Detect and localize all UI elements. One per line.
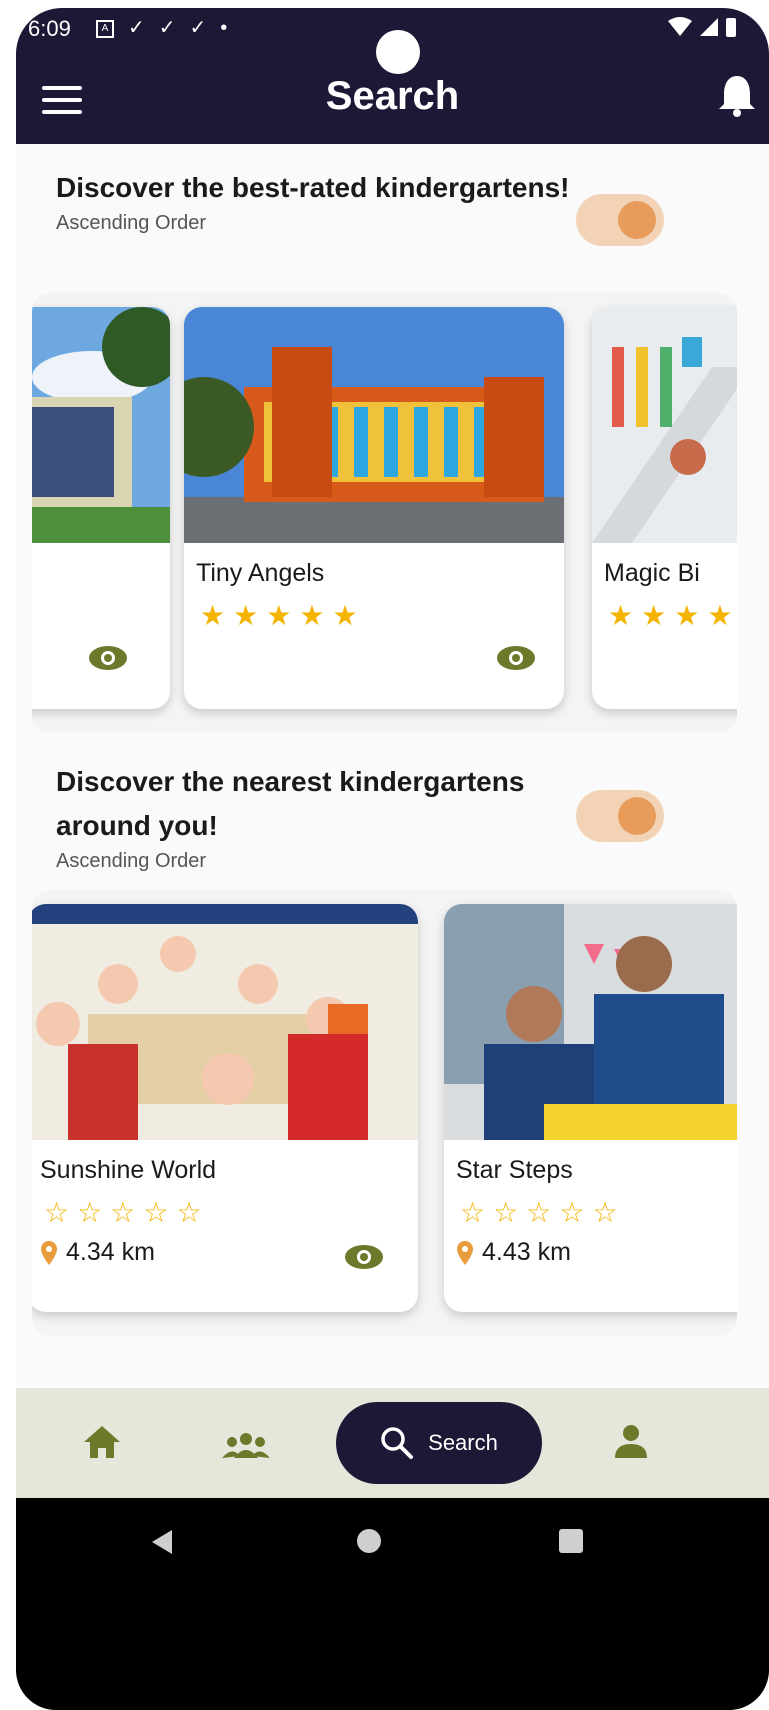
rating-stars: ★ ★ ★ ★ ★ bbox=[200, 599, 358, 632]
check-icon: ✓ bbox=[128, 17, 145, 39]
system-navigation-bar bbox=[16, 1498, 769, 1710]
person-icon[interactable] bbox=[614, 1424, 648, 1460]
kindergarten-photo bbox=[32, 904, 418, 1140]
star-filled-icon: ★ bbox=[707, 600, 733, 631]
nearest-header: Discover the nearest kindergartens aroun… bbox=[56, 760, 576, 873]
star-outline-icon: ☆ bbox=[77, 1197, 103, 1228]
kindergarten-name: Magic Bi bbox=[604, 559, 700, 587]
kindergarten-name: Tiny Angels bbox=[196, 559, 325, 587]
check-icon: ✓ bbox=[158, 17, 176, 39]
phone-screen: 6:09 A ✓ ✓ ✓ • Search Discover the best-… bbox=[16, 8, 769, 1710]
notification-a-icon: A bbox=[96, 20, 114, 38]
kindergarten-name: Star Steps bbox=[456, 1156, 573, 1184]
signal-icon bbox=[700, 18, 718, 36]
kindergarten-card[interactable]: Magic Bi ★ ★ ★ ★ ★ bbox=[592, 307, 737, 709]
star-filled-icon: ★ bbox=[608, 600, 634, 631]
star-outline-icon: ☆ bbox=[493, 1197, 519, 1228]
best-rated-carousel[interactable]: Tiny Angels ★ ★ ★ ★ ★ Magic Bi ★ ★ ★ ★ bbox=[32, 293, 737, 733]
dot-icon: • bbox=[220, 17, 228, 39]
status-notifications: A ✓ ✓ ✓ • bbox=[96, 18, 227, 38]
back-icon[interactable] bbox=[150, 1528, 174, 1556]
kindergarten-name: Sunshine World bbox=[40, 1156, 217, 1184]
kindergarten-photo bbox=[32, 307, 170, 543]
camera-cutout bbox=[376, 30, 420, 74]
best-rated-sort-label: Ascending Order bbox=[56, 212, 207, 234]
kindergarten-photo bbox=[184, 307, 564, 543]
kindergarten-photo bbox=[592, 307, 737, 543]
search-nav-button[interactable]: Search bbox=[336, 1402, 542, 1484]
star-filled-icon: ★ bbox=[266, 600, 292, 631]
group-icon[interactable] bbox=[222, 1432, 270, 1458]
star-outline-icon: ☆ bbox=[559, 1197, 585, 1228]
home-circle-icon[interactable] bbox=[356, 1528, 382, 1554]
star-outline-icon: ☆ bbox=[526, 1197, 552, 1228]
search-nav-label: Search bbox=[428, 1430, 498, 1455]
rating-stars: ★ ★ ★ ★ ★ bbox=[608, 599, 737, 632]
best-rated-sort-toggle[interactable] bbox=[576, 194, 664, 246]
star-filled-icon: ★ bbox=[200, 600, 226, 631]
kindergarten-card[interactable]: Sunshine World ☆ ☆ ☆ ☆ ☆ 4.34 km bbox=[32, 904, 418, 1312]
star-outline-icon: ☆ bbox=[176, 1197, 202, 1228]
distance-row: 4.34 km bbox=[40, 1238, 155, 1267]
nearest-carousel[interactable]: Sunshine World ☆ ☆ ☆ ☆ ☆ 4.34 km Star St… bbox=[32, 890, 737, 1336]
distance-row: 4.43 km bbox=[456, 1238, 571, 1267]
wifi-icon bbox=[668, 17, 692, 36]
recents-icon[interactable] bbox=[558, 1528, 584, 1554]
toggle-knob bbox=[618, 201, 656, 239]
battery-icon bbox=[726, 18, 736, 37]
star-outline-icon: ☆ bbox=[110, 1197, 136, 1228]
toggle-knob bbox=[618, 797, 656, 835]
best-rated-header: Discover the best-rated kindergartens! A… bbox=[56, 166, 576, 235]
location-pin-icon bbox=[457, 1240, 473, 1265]
star-outline-icon: ☆ bbox=[460, 1197, 486, 1228]
distance-value: 4.34 km bbox=[66, 1238, 155, 1266]
nearest-sort-label: Ascending Order bbox=[56, 850, 207, 872]
search-icon bbox=[381, 1427, 414, 1459]
bell-icon[interactable] bbox=[717, 74, 757, 118]
view-icon[interactable] bbox=[344, 1244, 384, 1270]
star-filled-icon: ★ bbox=[233, 600, 259, 631]
star-outline-icon: ☆ bbox=[592, 1197, 618, 1228]
nearest-sort-toggle[interactable] bbox=[576, 790, 664, 842]
check-icon: ✓ bbox=[189, 17, 207, 39]
star-filled-icon: ★ bbox=[674, 600, 700, 631]
view-icon[interactable] bbox=[496, 645, 536, 671]
status-indicators bbox=[667, 16, 737, 38]
kindergarten-card[interactable]: Tiny Angels ★ ★ ★ ★ ★ bbox=[184, 307, 564, 709]
home-icon[interactable] bbox=[82, 1424, 122, 1460]
page-title: Search bbox=[325, 74, 460, 118]
kindergarten-card[interactable] bbox=[32, 307, 170, 709]
bottom-navigation: Search bbox=[16, 1388, 769, 1498]
star-filled-icon: ★ bbox=[641, 600, 667, 631]
distance-value: 4.43 km bbox=[482, 1238, 571, 1266]
view-icon[interactable] bbox=[88, 645, 128, 671]
star-outline-icon: ☆ bbox=[143, 1197, 169, 1228]
location-pin-icon bbox=[41, 1240, 57, 1265]
app-bar: 6:09 A ✓ ✓ ✓ • Search bbox=[16, 8, 769, 144]
star-outline-icon: ☆ bbox=[44, 1197, 70, 1228]
best-rated-title: Discover the best-rated kindergartens! bbox=[56, 172, 570, 203]
star-filled-icon: ★ bbox=[332, 600, 358, 631]
kindergarten-card[interactable]: Star Steps ☆ ☆ ☆ ☆ ☆ 4.43 km bbox=[444, 904, 737, 1312]
star-filled-icon: ★ bbox=[299, 600, 325, 631]
status-time: 6:09 bbox=[28, 16, 71, 41]
rating-stars: ☆ ☆ ☆ ☆ ☆ bbox=[460, 1196, 618, 1229]
kindergarten-photo bbox=[444, 904, 737, 1140]
nearest-title: Discover the nearest kindergartens aroun… bbox=[56, 766, 525, 841]
rating-stars: ☆ ☆ ☆ ☆ ☆ bbox=[44, 1196, 202, 1229]
